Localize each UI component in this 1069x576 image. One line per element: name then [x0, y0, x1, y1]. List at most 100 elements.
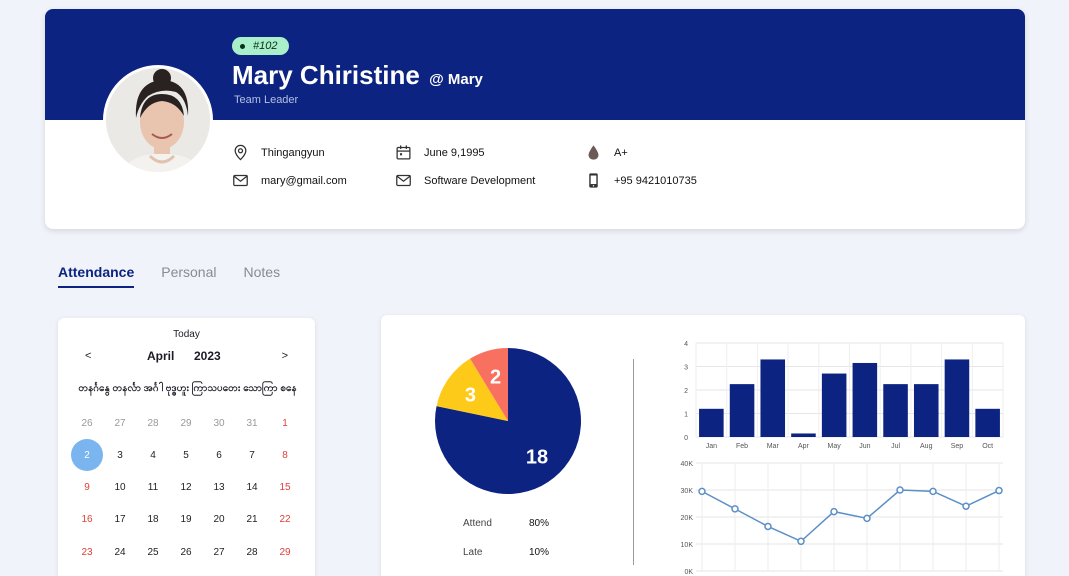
calendar-year: 2023 [194, 349, 221, 363]
avatar[interactable] [103, 65, 213, 175]
bar[interactable] [699, 408, 724, 437]
trend-line [701, 489, 1000, 543]
bar-x-tick: Apr [798, 443, 810, 450]
calendar-day[interactable]: 19 [170, 504, 202, 536]
calendar-day[interactable]: 2 [71, 439, 103, 472]
calendar-day[interactable]: 20 [203, 504, 235, 536]
info-department: Software Development [395, 172, 535, 189]
calendar-day[interactable]: 29 [269, 536, 301, 568]
line-point[interactable] [698, 487, 706, 496]
line-point[interactable] [764, 522, 772, 531]
line-point[interactable] [929, 487, 937, 496]
calendar-day[interactable]: 21 [236, 504, 268, 536]
tab-attendance[interactable]: Attendance [58, 264, 135, 288]
line-point[interactable] [863, 514, 871, 523]
trend-line-chart: 0K 10K 20K 30K 40K [681, 461, 1003, 576]
profile-name: Mary Chiristine [232, 60, 420, 90]
bar[interactable] [729, 384, 755, 437]
monthly-bar-chart: 0 1 2 3 4 Jan Feb Mar Apr May Jun Jul Aug Sep Oct [684, 341, 1004, 450]
bar-x-tick: Mar [767, 443, 780, 450]
calendar-day[interactable]: 26 [71, 407, 103, 439]
line-y-tick: 40K [681, 461, 694, 468]
bar-x-tick: Feb [736, 443, 748, 450]
calendar-day[interactable]: 29 [170, 407, 202, 439]
bar[interactable] [944, 359, 970, 437]
calendar-day[interactable]: 16 [71, 504, 103, 536]
bar-x-tick: Jun [859, 443, 870, 450]
calendar-day[interactable]: 18 [137, 504, 169, 536]
calendar-day[interactable]: 6 [203, 439, 235, 471]
employee-id: #102 [253, 40, 278, 52]
line-point[interactable] [797, 537, 805, 546]
calendar-day[interactable]: 25 [137, 536, 169, 568]
calendar-day[interactable]: 13 [203, 472, 235, 504]
calendar-day[interactable]: 22 [269, 504, 301, 536]
badge-dot-icon [240, 43, 245, 49]
calendar-day[interactable]: 10 [104, 472, 136, 504]
line-y-tick: 0K [684, 569, 693, 576]
bar-x-tick: Oct [982, 443, 993, 450]
line-point[interactable] [896, 486, 904, 494]
line-point[interactable] [830, 507, 838, 516]
calendar-day[interactable]: 12 [170, 472, 202, 504]
bar-x-tick: Sep [951, 443, 964, 450]
attendance-pie-chart: 1832 [435, 348, 581, 494]
calendar-icon [396, 145, 411, 160]
calendar-day[interactable]: 27 [104, 407, 136, 439]
bar[interactable] [913, 384, 939, 437]
calendar-day[interactable]: 8 [269, 439, 301, 471]
line-point[interactable] [995, 486, 1003, 495]
bar[interactable] [760, 359, 786, 437]
calendar-weekdays: တနင်္ဂနွေ တနင်္လာ အင်္ဂါ ဗုဒ္ဓဟူး ကြာသပတ… [78, 383, 297, 394]
bar-y-tick: 4 [684, 341, 688, 348]
birthday-text: June 9,1995 [424, 146, 485, 159]
bar[interactable] [852, 362, 878, 437]
bar-x-tick: May [828, 443, 842, 450]
line-point[interactable] [731, 505, 739, 513]
prev-month-button[interactable]: < [85, 350, 91, 362]
next-month-button[interactable]: > [282, 350, 288, 362]
calendar-day[interactable]: 3 [104, 439, 136, 471]
calendar-day[interactable]: 31 [236, 407, 268, 439]
stats-card: 18 3 2 Attend 80% Late 10% 0 1 2 3 4 Jan Feb Mar A… [381, 315, 1025, 576]
calendar-day[interactable]: 1 [269, 407, 301, 439]
calendar-day[interactable]: 17 [104, 504, 136, 536]
line-y-tick: 10K [681, 542, 694, 549]
calendar-day[interactable]: 24 [104, 536, 136, 568]
late-label: Late [463, 547, 483, 558]
avatar-image [106, 68, 210, 172]
bar-y-tick: 3 [684, 365, 688, 372]
calendar-day[interactable]: 26 [170, 536, 202, 568]
bar[interactable] [821, 373, 847, 437]
calendar-day[interactable]: 11 [137, 472, 169, 504]
calendar-day[interactable]: 5 [170, 439, 202, 471]
calendar-day[interactable]: 23 [71, 536, 103, 568]
calendar-day[interactable]: 28 [137, 407, 169, 439]
info-blood-type: A+ [585, 144, 628, 161]
calendar-day[interactable]: 14 [236, 472, 268, 504]
location-text: Thingangyun [261, 146, 325, 159]
calendar-day[interactable]: 28 [236, 536, 268, 568]
info-phone: +95 9421010735 [585, 172, 697, 189]
calendar-day[interactable]: 7 [236, 439, 268, 471]
pie-slice-label: 2 [490, 367, 501, 389]
pie-slice-label: 3 [465, 384, 476, 406]
tab-personal[interactable]: Personal [161, 264, 216, 288]
calendar-day[interactable]: 4 [137, 439, 169, 471]
today-button[interactable]: Today [58, 329, 315, 340]
info-email: mary@gmail.com [232, 172, 347, 189]
calendar-day[interactable]: 30 [203, 407, 235, 439]
calendar-day[interactable]: 15 [269, 472, 301, 504]
attend-label: Attend [463, 518, 492, 529]
tab-notes[interactable]: Notes [244, 264, 281, 288]
calendar-day[interactable]: 27 [203, 536, 235, 568]
calendar-day[interactable]: 9 [71, 472, 103, 504]
location-pin-icon [234, 144, 247, 161]
bar[interactable] [791, 433, 816, 437]
bar-y-tick: 1 [684, 412, 688, 419]
line-point[interactable] [962, 502, 970, 510]
bar[interactable] [975, 408, 1000, 437]
profile-name-row: Mary Chiristine @ Mary [232, 60, 483, 91]
mail-icon [233, 174, 248, 187]
bar[interactable] [883, 384, 908, 437]
